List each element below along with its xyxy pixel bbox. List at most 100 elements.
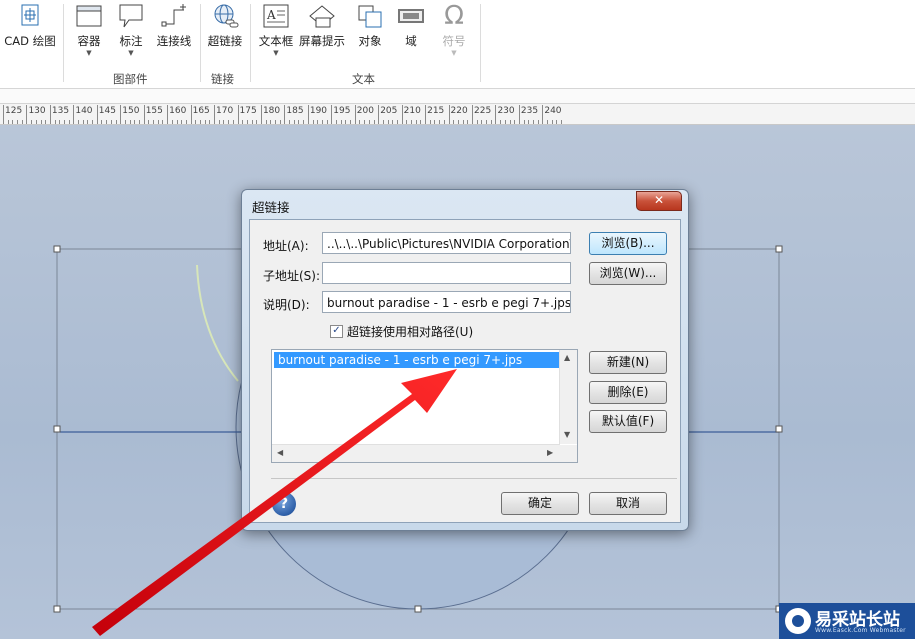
ruler-minor-tick: [532, 120, 534, 124]
relative-path-checkbox[interactable]: ✓: [330, 325, 343, 338]
ribbon-separator: [250, 4, 251, 82]
ruler-label: 195: [333, 106, 351, 116]
watermark-subtext: Www.Easck.Com Webmaster: [815, 627, 906, 634]
vertical-scrollbar[interactable]: ▲ ▼: [559, 350, 577, 444]
close-icon: ✕: [653, 193, 665, 207]
ruler-minor-tick: [345, 120, 347, 124]
description-label: 说明(D):: [263, 298, 310, 312]
ruler-minor-tick: [481, 120, 483, 124]
ruler-label: 135: [51, 106, 70, 116]
ruler-minor-tick: [124, 120, 126, 124]
cad-drawing-button[interactable]: CAD 绘图: [2, 2, 58, 49]
description-input[interactable]: burnout paradise - 1 - esrb e pegi 7+.jp…: [322, 291, 571, 313]
screentip-button[interactable]: 屏幕提示: [297, 2, 347, 49]
ruler-minor-tick: [223, 120, 225, 124]
browse-b-button[interactable]: 浏览(B)...: [589, 232, 667, 255]
site-watermark: 易采站长站 Www.Easck.Com Webmaster: [779, 603, 915, 639]
ruler-minor-tick: [139, 120, 140, 124]
ruler-minor-tick: [101, 120, 103, 124]
ruler-minor-tick: [171, 120, 173, 124]
ruler-minor-tick: [509, 120, 511, 124]
symbol-button[interactable]: Ω 符号 ▼: [437, 2, 471, 57]
ruler-minor-tick: [275, 120, 277, 124]
help-icon[interactable]: ?: [272, 492, 296, 516]
ruler-minor-tick: [303, 120, 305, 124]
ruler-minor-tick: [40, 120, 42, 124]
horizontal-scrollbar[interactable]: ◀ ▶: [272, 444, 560, 462]
ruler-minor-tick: [359, 120, 361, 124]
cad-drawing-icon: [15, 2, 45, 30]
ruler-label: 165: [192, 106, 210, 116]
ruler-minor-tick: [537, 120, 539, 124]
ruler-minor-tick: [382, 120, 384, 124]
delete-button[interactable]: 删除(E): [589, 381, 667, 404]
subaddress-label: 子地址(S):: [263, 269, 321, 283]
new-button[interactable]: 新建(N): [589, 351, 667, 374]
ruler-minor-tick: [373, 120, 375, 124]
container-button[interactable]: 容器 ▼: [71, 2, 107, 57]
cancel-button[interactable]: 取消: [589, 492, 667, 515]
scroll-left-icon[interactable]: ◀: [277, 448, 283, 457]
field-button[interactable]: 域: [396, 2, 426, 49]
ruler-label: 145: [98, 106, 116, 116]
ruler-label: 130: [28, 106, 46, 116]
ruler-minor-tick: [279, 120, 281, 124]
scroll-up-icon[interactable]: ▲: [564, 353, 570, 362]
connector-button[interactable]: 连接线: [152, 2, 196, 49]
ruler-minor-tick: [92, 120, 94, 124]
group-label-text: 文本: [352, 72, 375, 86]
list-item[interactable]: burnout paradise - 1 - esrb e pegi 7+.jp…: [274, 352, 560, 368]
relative-path-label: 超链接使用相对路径(U): [347, 325, 474, 339]
ruler-minor-tick: [350, 120, 352, 124]
ruler-minor-tick: [340, 120, 342, 124]
ruler-label: 205: [380, 106, 398, 116]
ruler-major-tick: [214, 105, 216, 124]
ruler-minor-tick: [406, 120, 408, 124]
connector-icon: [159, 2, 189, 30]
ruler-major-tick: [542, 105, 544, 124]
scroll-down-icon[interactable]: ▼: [564, 430, 570, 439]
ok-button[interactable]: 确定: [501, 492, 579, 515]
ruler-minor-tick: [467, 120, 469, 124]
address-label: 地址(A):: [263, 239, 309, 253]
default-button[interactable]: 默认值(F): [589, 410, 667, 433]
hyperlink-button[interactable]: 超链接: [204, 2, 246, 49]
ruler-minor-tick: [82, 120, 84, 124]
ruler-minor-tick: [242, 120, 244, 124]
hyperlink-list[interactable]: burnout paradise - 1 - esrb e pegi 7+.jp…: [271, 349, 578, 463]
browse-w-button[interactable]: 浏览(W)...: [589, 262, 667, 285]
ruler-minor-tick: [115, 120, 117, 124]
object-button[interactable]: 对象: [352, 2, 388, 49]
ruler-major-tick: [378, 105, 380, 124]
ruler-minor-tick: [195, 120, 197, 124]
horizontal-ruler[interactable]: 125 130 135 140 145 150 155 160 165 170 175 180 185 1…: [0, 103, 915, 125]
ruler-minor-tick: [54, 120, 56, 124]
ruler-label: 160: [169, 106, 187, 116]
ruler-minor-tick: [78, 120, 80, 124]
ruler-minor-tick: [490, 120, 492, 124]
ruler-minor-tick: [17, 120, 19, 124]
ruler-major-tick: [448, 105, 450, 124]
ruler-major-tick: [260, 105, 262, 124]
scroll-right-icon[interactable]: ▶: [547, 448, 553, 457]
close-button[interactable]: ✕: [636, 191, 682, 211]
textbox-button[interactable]: A 文本框 ▼: [255, 2, 297, 57]
ruler-minor-tick: [12, 120, 14, 124]
ruler-minor-tick: [162, 120, 164, 124]
ruler-minor-tick: [181, 120, 183, 124]
callout-button[interactable]: 标注 ▼: [113, 2, 149, 57]
dialog-title: 超链接: [252, 200, 290, 215]
chevron-down-icon: ▼: [86, 49, 92, 57]
group-label-links: 链接: [211, 72, 234, 86]
ruler-minor-tick: [289, 120, 291, 124]
ruler-minor-tick: [106, 120, 108, 124]
ruler-minor-tick: [547, 120, 549, 124]
ruler-minor-tick: [63, 120, 65, 124]
address-input[interactable]: ..\..\..\Public\Pictures\NVIDIA Corporat…: [322, 232, 571, 254]
ruler-minor-tick: [232, 120, 234, 124]
ruler-major-tick: [331, 105, 333, 124]
subaddress-input[interactable]: [322, 262, 571, 284]
ruler-label: 225: [474, 106, 492, 116]
ruler-minor-tick: [434, 120, 436, 124]
ruler-major-tick: [3, 105, 4, 124]
